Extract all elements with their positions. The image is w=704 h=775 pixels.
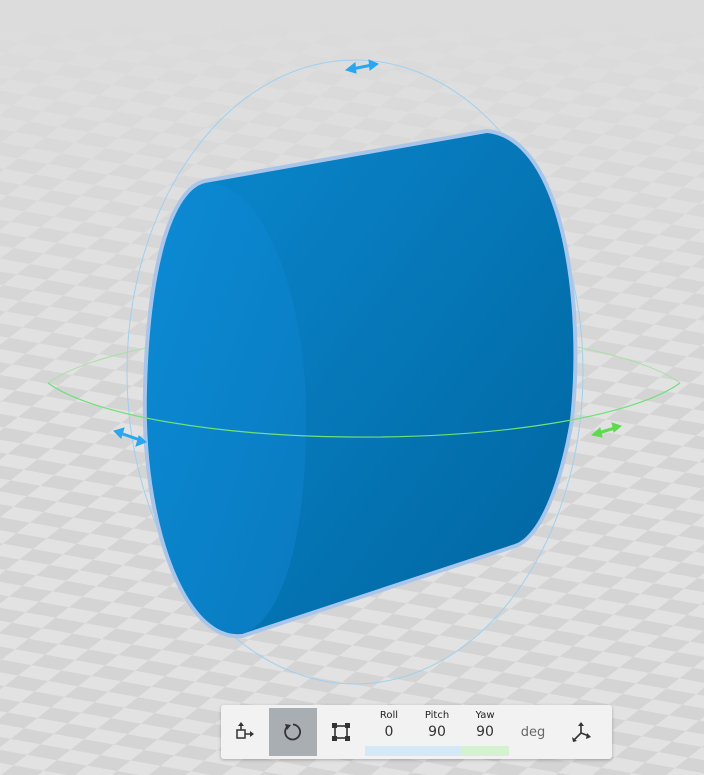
scene-canvas[interactable] bbox=[0, 0, 704, 775]
pitch-label: Pitch bbox=[424, 710, 450, 721]
scale-icon bbox=[332, 723, 350, 741]
roll-bar bbox=[365, 746, 413, 756]
3d-viewport[interactable]: Roll Pitch Yaw deg bbox=[0, 0, 704, 775]
roll-label: Roll bbox=[379, 710, 399, 721]
transform-toolbar: Roll Pitch Yaw deg bbox=[221, 705, 612, 759]
yaw-field: Yaw bbox=[461, 705, 509, 759]
roll-input[interactable] bbox=[367, 724, 411, 740]
unit-label: deg bbox=[520, 724, 546, 740]
roll-field: Roll bbox=[365, 705, 413, 759]
transform-axes-button[interactable] bbox=[557, 708, 605, 756]
pitch-field: Pitch bbox=[413, 705, 461, 759]
yaw-input[interactable] bbox=[463, 724, 507, 740]
rotate-icon bbox=[284, 723, 301, 741]
scale-tool-button[interactable] bbox=[317, 708, 365, 756]
move-tool-button[interactable] bbox=[221, 708, 269, 756]
move-icon bbox=[236, 722, 254, 739]
axes-icon bbox=[572, 722, 591, 742]
yaw-bar bbox=[461, 746, 509, 756]
yaw-label: Yaw bbox=[475, 710, 495, 721]
pitch-input[interactable] bbox=[415, 724, 459, 740]
pitch-bar bbox=[413, 746, 461, 756]
rotate-tool-button[interactable] bbox=[269, 708, 317, 756]
